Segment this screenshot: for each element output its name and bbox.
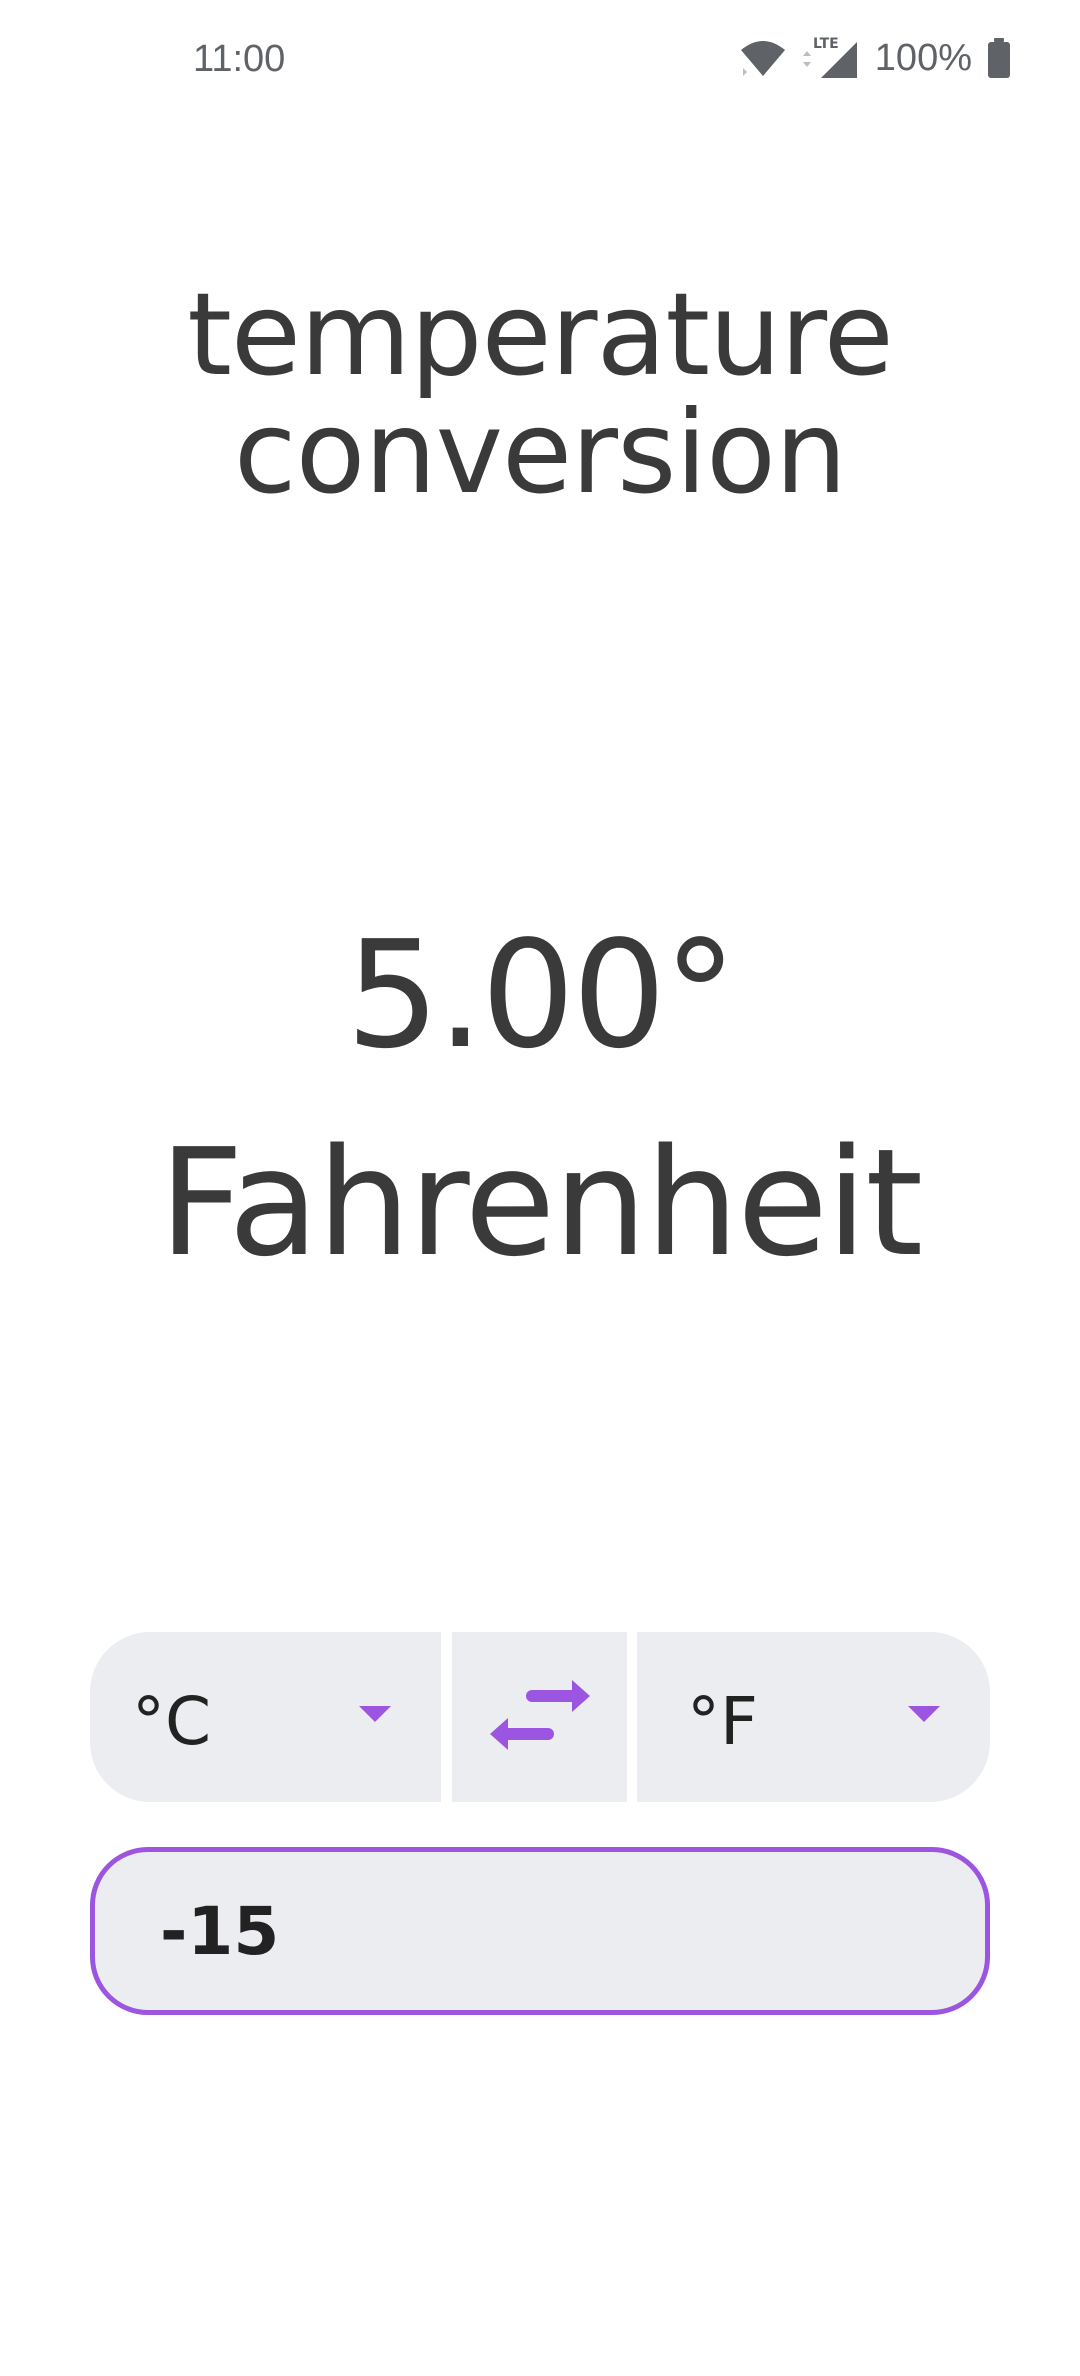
lte-label: LTE (813, 36, 839, 52)
to-unit-label: °F (687, 1682, 758, 1760)
status-time: 11:00 (193, 38, 286, 80)
battery-icon (988, 38, 1010, 78)
from-unit-dropdown[interactable]: °C (90, 1632, 441, 1802)
lte-signal-icon: LTE (802, 36, 857, 78)
to-unit-dropdown[interactable]: °F (637, 1632, 990, 1802)
wifi-icon (740, 41, 785, 76)
temperature-input-field[interactable] (90, 1847, 990, 2015)
status-bar: 11:00 LTE 100% (0, 0, 1080, 120)
chevron-down-icon (908, 1706, 940, 1722)
chevron-down-icon (359, 1706, 391, 1722)
result-unit: Fahrenheit (158, 1117, 924, 1289)
page-title: temperature conversion (0, 276, 1080, 512)
battery-percent: 100% (874, 36, 972, 79)
swap-units-button[interactable] (452, 1632, 627, 1802)
status-icons: LTE 100% (739, 34, 1012, 82)
result-value: 5.00° (345, 909, 738, 1081)
title-line-1: temperature (187, 268, 894, 401)
swap-arrows-icon (489, 1680, 590, 1750)
title-line-2: conversion (233, 386, 847, 519)
unit-selector-row: °C °F (90, 1632, 990, 1802)
temperature-input[interactable] (95, 1852, 985, 2010)
from-unit-label: °C (132, 1682, 212, 1760)
